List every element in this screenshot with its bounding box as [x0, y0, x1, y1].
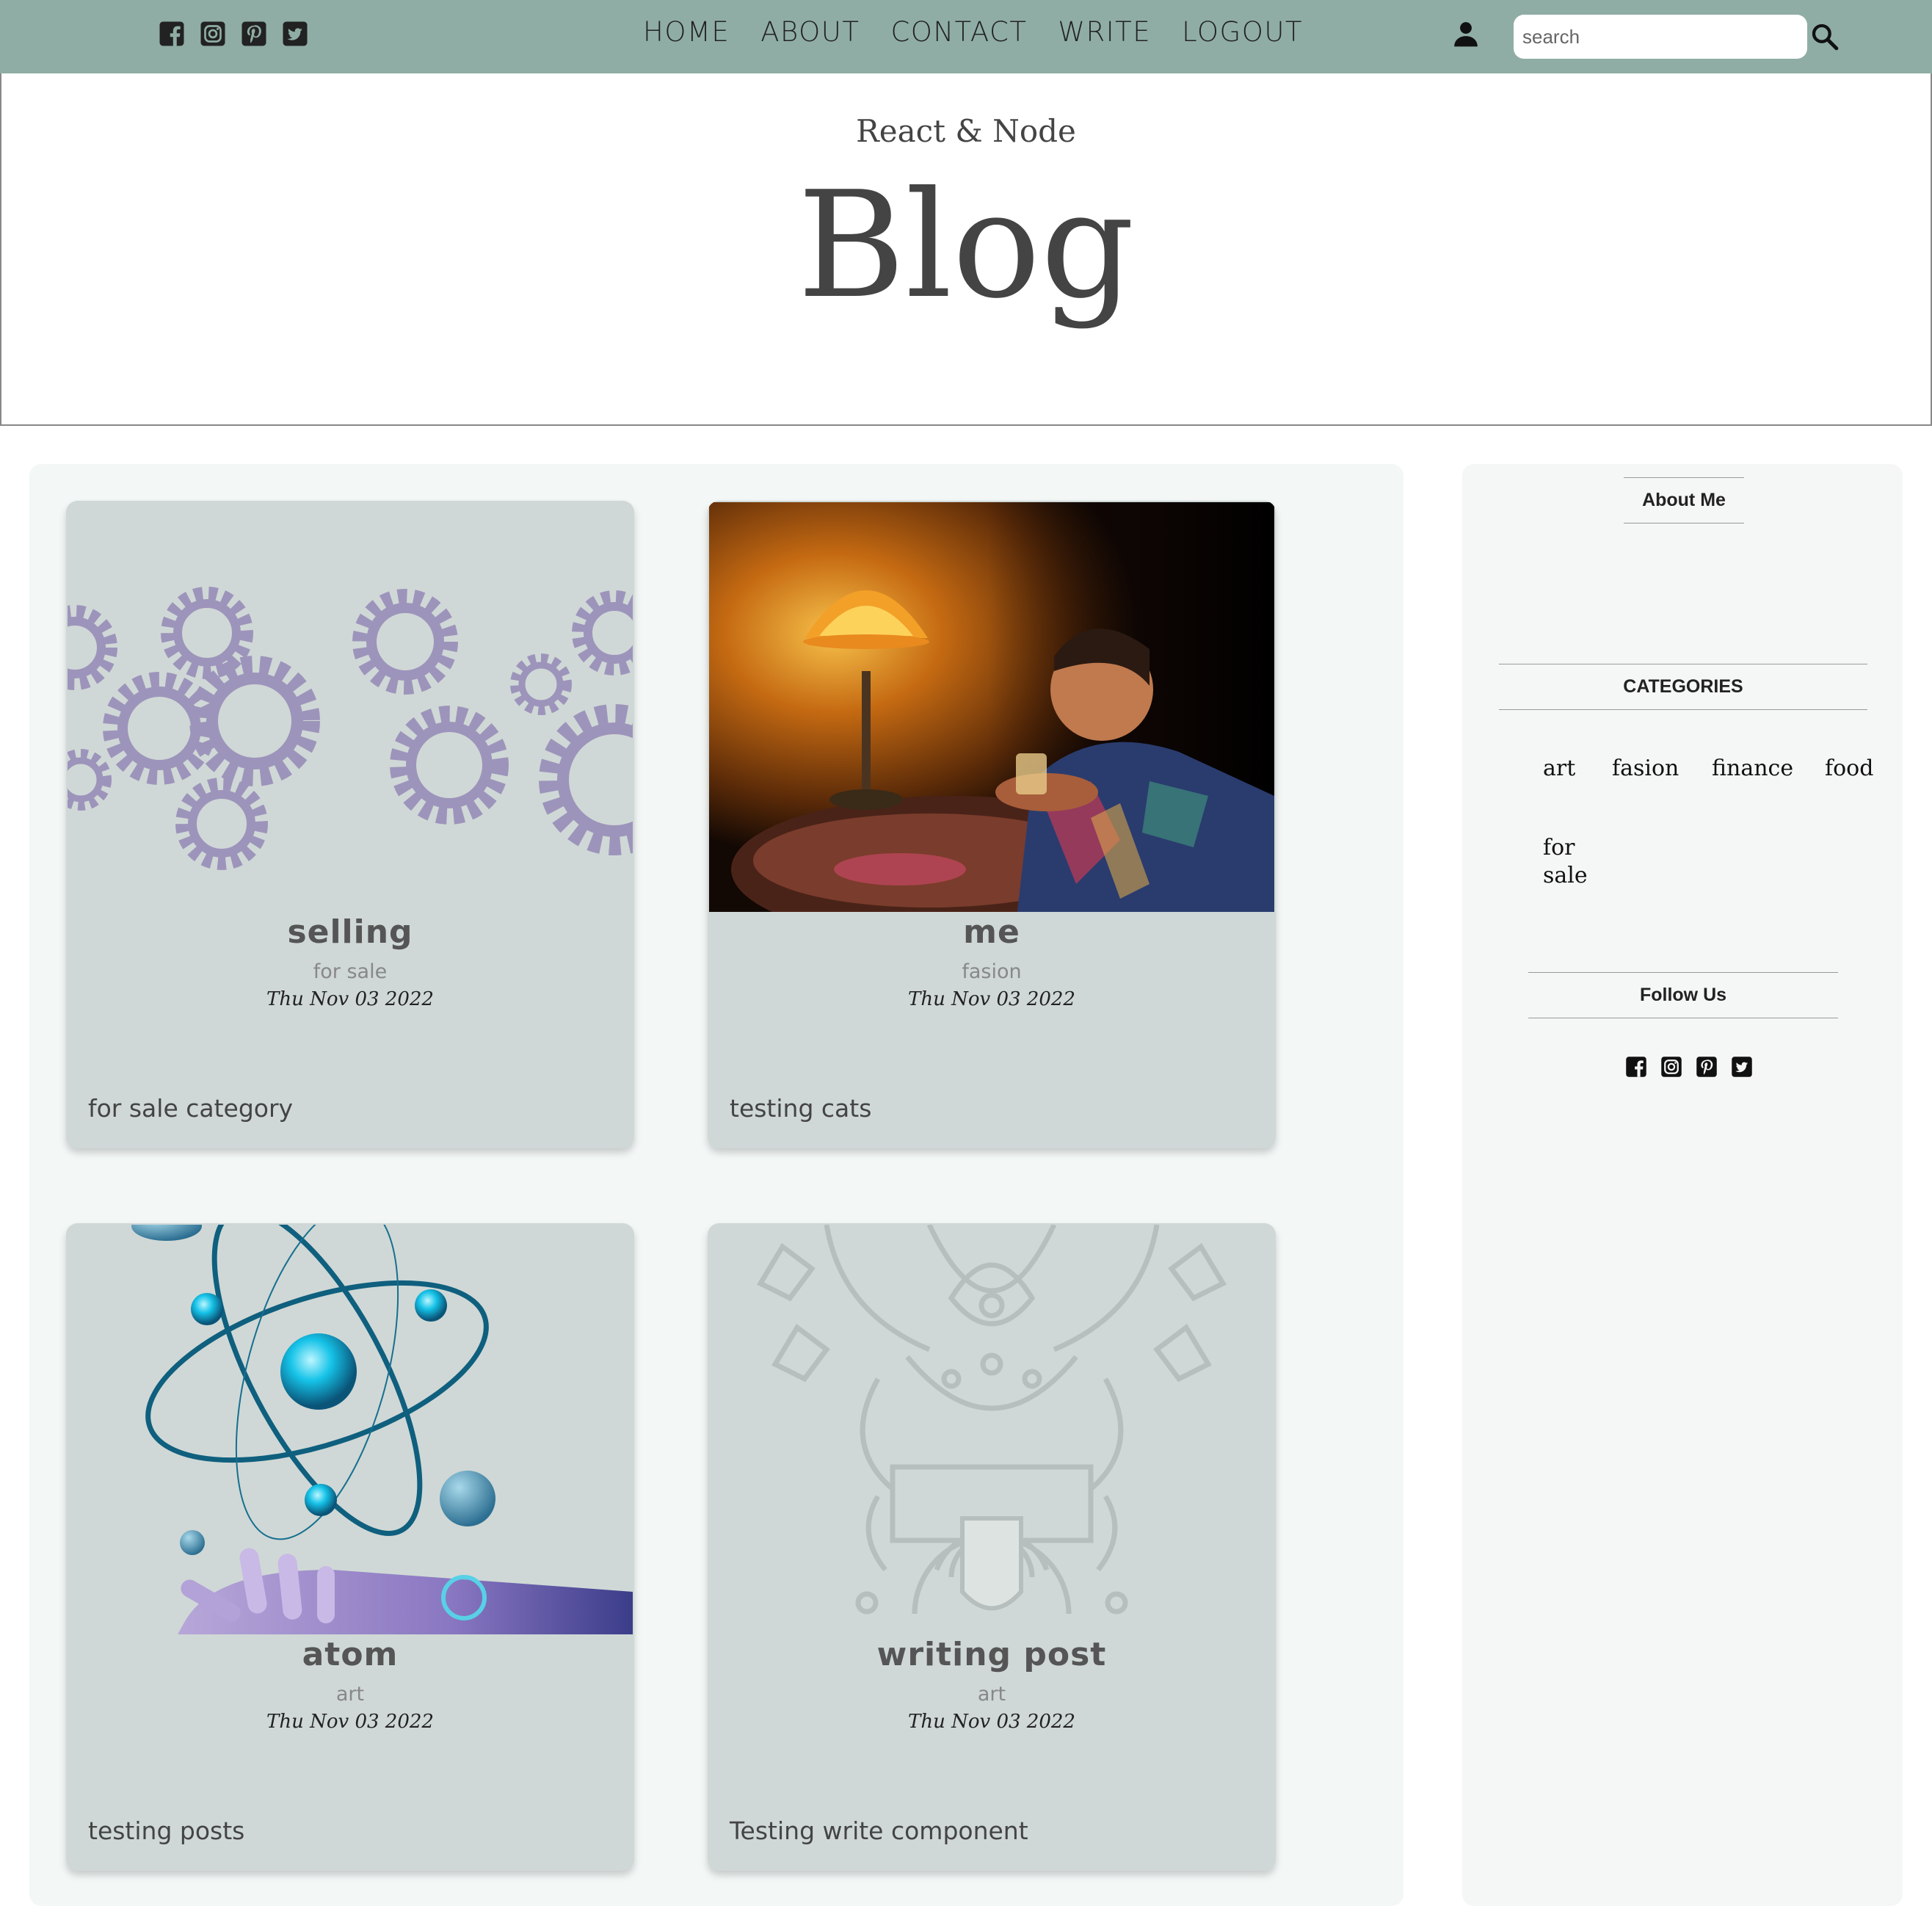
- sidebar: About Me CATEGORIES art fasion finance f…: [1462, 464, 1903, 1906]
- nav-about[interactable]: ABOUT: [760, 16, 860, 48]
- about-me-title: About Me: [1624, 477, 1744, 523]
- instagram-icon[interactable]: [1660, 1056, 1682, 1078]
- post-title[interactable]: atom: [66, 1636, 634, 1673]
- post-title[interactable]: writing post: [708, 1636, 1276, 1673]
- blog-header: React & Node Blog: [0, 73, 1932, 426]
- facebook-icon[interactable]: [159, 21, 185, 47]
- category-finance[interactable]: finance: [1712, 755, 1793, 783]
- post-description: Testing write component: [730, 1816, 1028, 1845]
- post-card[interactable]: writing post art Thu Nov 03 2022 Testing…: [708, 1223, 1276, 1871]
- follow-social-links: [1625, 1056, 1753, 1078]
- post-date: Thu Nov 03 2022: [908, 988, 1075, 1010]
- atom-and-robot-hand: [68, 1225, 633, 1634]
- post-image-lineart[interactable]: [709, 1225, 1274, 1634]
- nav-write[interactable]: WRITE: [1058, 16, 1151, 48]
- twitter-icon[interactable]: [282, 21, 308, 47]
- header-title: Blog: [797, 160, 1135, 331]
- social-links: [159, 21, 308, 47]
- follow-us-title: Follow Us: [1528, 972, 1838, 1018]
- top-bar: HOME ABOUT CONTACT WRITE LOGOUT: [0, 0, 1932, 73]
- post-date: Thu Nov 03 2022: [908, 1711, 1075, 1733]
- man-with-lamp-photo: [709, 502, 1274, 912]
- post-title[interactable]: me: [708, 913, 1276, 951]
- pinterest-icon[interactable]: [1696, 1056, 1718, 1078]
- facebook-icon[interactable]: [1625, 1056, 1647, 1078]
- line-art-mascot: [709, 1225, 1274, 1634]
- main-nav: HOME ABOUT CONTACT WRITE LOGOUT: [643, 16, 1303, 48]
- categories-title: CATEGORIES: [1499, 664, 1867, 710]
- category-food[interactable]: food: [1825, 755, 1873, 783]
- post-category: fasion: [962, 960, 1022, 983]
- header-subtitle: React & Node: [856, 113, 1076, 149]
- category-art[interactable]: art: [1543, 755, 1575, 783]
- post-category: art: [977, 1683, 1006, 1706]
- post-description: for sale category: [88, 1094, 294, 1123]
- nav-home[interactable]: HOME: [643, 16, 730, 48]
- gears-image: [68, 502, 633, 912]
- post-card[interactable]: atom art Thu Nov 03 2022 testing posts: [66, 1223, 634, 1871]
- post-date: Thu Nov 03 2022: [266, 1711, 434, 1733]
- post-category: for sale: [313, 960, 388, 983]
- post-description: testing posts: [88, 1816, 245, 1845]
- post-card[interactable]: me fasion Thu Nov 03 2022 testing cats: [708, 501, 1276, 1148]
- category-for-sale[interactable]: for sale: [1543, 834, 1594, 890]
- user-icon[interactable]: [1452, 19, 1480, 48]
- search-icon[interactable]: [1810, 22, 1840, 51]
- posts-grid: selling for sale Thu Nov 03 2022 for sal…: [29, 464, 1403, 1906]
- post-image-atom[interactable]: [68, 1225, 633, 1634]
- post-category: art: [335, 1683, 365, 1706]
- post-date: Thu Nov 03 2022: [266, 988, 434, 1010]
- twitter-icon[interactable]: [1731, 1056, 1753, 1078]
- post-description: testing cats: [730, 1094, 872, 1123]
- search-input[interactable]: [1514, 15, 1807, 59]
- post-image-photo[interactable]: [709, 502, 1274, 912]
- post-image-gears[interactable]: [68, 502, 633, 912]
- post-title[interactable]: selling: [66, 913, 634, 951]
- nav-logout[interactable]: LOGOUT: [1182, 16, 1303, 48]
- pinterest-icon[interactable]: [241, 21, 267, 47]
- category-fasion[interactable]: fasion: [1612, 755, 1679, 783]
- post-card[interactable]: selling for sale Thu Nov 03 2022 for sal…: [66, 501, 634, 1148]
- instagram-icon[interactable]: [200, 21, 226, 47]
- nav-contact[interactable]: CONTACT: [890, 16, 1027, 48]
